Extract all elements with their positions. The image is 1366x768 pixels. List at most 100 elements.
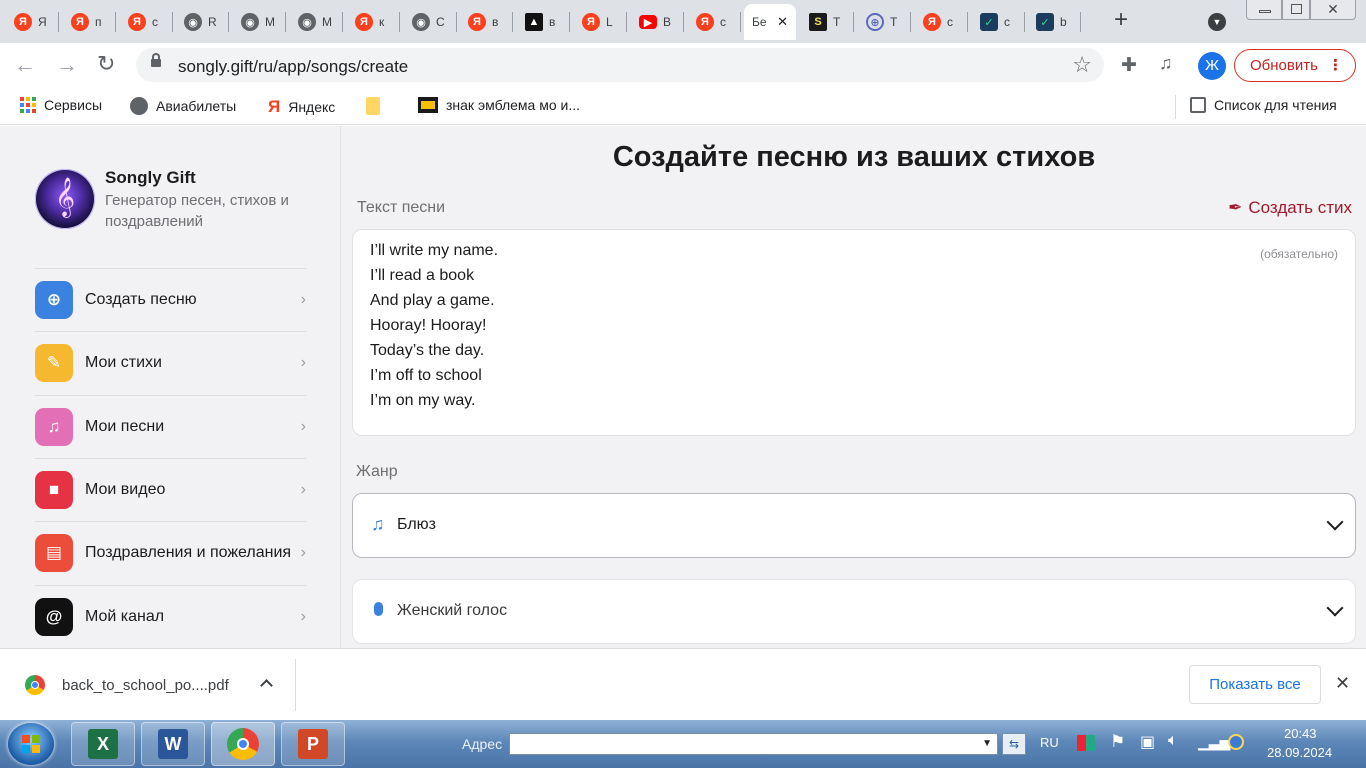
browser-tab[interactable]: ◉ M	[233, 4, 283, 40]
bookmark-yandex[interactable]: Я Яндекс	[268, 97, 335, 117]
profile-avatar[interactable]: Ж	[1198, 52, 1226, 80]
taskbar-powerpoint[interactable]: P	[281, 722, 345, 766]
go-button[interactable]: ⇆	[1002, 733, 1026, 755]
clock-time[interactable]: 20:43	[1284, 726, 1317, 741]
media-control-icon[interactable]: ♫	[1159, 53, 1173, 74]
tab-title: С	[436, 15, 445, 29]
browser-tab[interactable]: ◉ M	[290, 4, 340, 40]
minimize-button[interactable]	[1246, 0, 1282, 20]
volume-icon[interactable]: 🔈︎	[1168, 732, 1178, 750]
go-arrow-icon: ⇆	[1008, 737, 1020, 751]
browser-tab[interactable]: Яп	[63, 4, 113, 40]
yandex-icon: Я	[468, 13, 486, 31]
tab-search-icon[interactable]: ▼	[1208, 13, 1226, 31]
sidebar-item-label: Мои песни	[85, 417, 165, 435]
download-item[interactable]: back_to_school_po....pdf	[0, 649, 295, 720]
browser-tab[interactable]: Як	[347, 4, 397, 40]
browser-tab[interactable]: ◉ R	[176, 4, 226, 40]
bookmark-emblem[interactable]: знак эмблема мо и...	[418, 97, 580, 113]
reload-button[interactable]: ↻	[97, 52, 115, 76]
sidebar-item[interactable]: ♫ Мои песни ›	[35, 394, 306, 458]
show-all-button[interactable]: Показать все	[1189, 665, 1321, 704]
update-button[interactable]: Обновить ⋮	[1234, 49, 1356, 82]
tab-title: L	[606, 15, 613, 29]
clock-date[interactable]: 28.09.2024	[1267, 745, 1332, 760]
bookmark-label: знак эмблема мо и...	[446, 97, 580, 113]
sidebar-item[interactable]: ■ Мои видео ›	[35, 457, 306, 521]
browser-tab[interactable]: ⊕ T	[858, 4, 908, 40]
youtube-icon: ▶	[639, 15, 657, 29]
browser-tab[interactable]: Яв	[460, 4, 510, 40]
browser-tab[interactable]: ✓ b	[1028, 4, 1078, 40]
browser-tab[interactable]: Бе ✕	[744, 4, 796, 40]
tab-separator	[740, 12, 741, 32]
start-button[interactable]	[8, 723, 54, 765]
restore-button[interactable]	[1282, 0, 1310, 20]
forward-button[interactable]: →	[56, 53, 78, 77]
sidebar-item-label: Мой канал	[85, 607, 165, 625]
sidebar-item[interactable]: ▤ Поздравления и пожелания ›	[35, 521, 306, 584]
sidebar-item[interactable]: ⊕ Создать песню ›	[35, 268, 306, 331]
windows-logo-icon	[22, 735, 40, 753]
taskbar-word[interactable]: W	[141, 722, 205, 766]
close-icon: ✕	[1327, 1, 1339, 17]
create-poem-label: Создать стих	[1248, 198, 1352, 217]
yandex-icon: Я	[923, 13, 941, 31]
bookmark-star-icon[interactable]: ☆	[1072, 52, 1092, 78]
tab-title: R	[208, 15, 217, 29]
browser-tab[interactable]: ЯЯ	[6, 4, 56, 40]
sidebar-item[interactable]: @ Мой канал ›	[35, 584, 306, 648]
browser-tab[interactable]: Яс	[915, 4, 965, 40]
sidebar-item[interactable]: ✎ Мои стихи ›	[35, 331, 306, 394]
tab-separator	[512, 12, 513, 32]
browser-tab[interactable]: ▲ в	[517, 4, 567, 40]
www-icon: ⊕	[866, 13, 884, 31]
bookmark-folder[interactable]	[366, 97, 380, 115]
app-logo[interactable]: 𝄞	[35, 169, 95, 229]
browser-tab[interactable]: ✓ с	[972, 4, 1022, 40]
bookmark-flights[interactable]: Авиабилеты	[130, 97, 236, 115]
globe-icon: ◉	[412, 13, 430, 31]
tab-close-icon[interactable]: ✕	[777, 14, 788, 30]
tray-app-icon[interactable]	[1077, 735, 1095, 751]
create-poem-link[interactable]: ✒ Создать стих	[1228, 198, 1352, 218]
close-window-button[interactable]: ✕	[1310, 0, 1356, 20]
browser-tab[interactable]: Яс	[120, 4, 170, 40]
lyrics-textarea[interactable]: I’ll write my name. I’ll read a book And p…	[352, 229, 1356, 436]
voice-select[interactable]: Женский голос	[352, 579, 1356, 644]
chevron-down-icon	[1326, 599, 1344, 617]
close-download-bar-button[interactable]: ✕	[1335, 673, 1350, 694]
reading-list[interactable]: Список для чтения	[1190, 97, 1337, 113]
network-icon[interactable]: ▁▃▅	[1198, 734, 1230, 751]
browser-tab[interactable]: ST	[801, 4, 851, 40]
yandex-icon: Я	[582, 13, 600, 31]
browser-tab[interactable]: ▶ B	[631, 4, 681, 40]
s-icon: S	[809, 13, 827, 31]
new-tab-button[interactable]: +	[1108, 8, 1134, 34]
genre-select[interactable]: ♫ Блюз	[352, 493, 1356, 558]
chevron-down-icon	[1326, 513, 1344, 531]
feather-icon: ✒	[1228, 198, 1243, 217]
tray-update-icon[interactable]	[1228, 734, 1244, 750]
browser-tab[interactable]: ◉ С	[404, 4, 454, 40]
browser-tab[interactable]: Яс	[688, 4, 738, 40]
language-indicator[interactable]: RU	[1040, 735, 1059, 750]
back-button[interactable]: ←	[14, 53, 36, 77]
arrow-right-icon: →	[56, 52, 78, 77]
microphone-icon	[374, 602, 383, 616]
tab-separator	[399, 12, 400, 32]
browser-tab[interactable]: ЯL	[574, 4, 624, 40]
flag-icon[interactable]: ⚑	[1110, 732, 1125, 752]
tab-separator	[456, 12, 457, 32]
url-text: songly.gift/ru/app/songs/create	[178, 57, 409, 76]
extensions-icon[interactable]: ✚	[1121, 54, 1137, 77]
video-icon: ■	[35, 470, 73, 509]
address-input[interactable]: ▼	[509, 733, 998, 755]
tab-title: M	[265, 15, 275, 29]
genre-value: Блюз	[397, 516, 436, 533]
taskbar-excel[interactable]: X	[71, 722, 135, 766]
bookmark-services[interactable]: Сервисы	[20, 97, 102, 113]
device-icon[interactable]: ▣	[1140, 732, 1155, 752]
address-bar[interactable]: songly.gift/ru/app/songs/create ☆	[136, 48, 1104, 82]
taskbar-chrome[interactable]	[211, 722, 275, 766]
